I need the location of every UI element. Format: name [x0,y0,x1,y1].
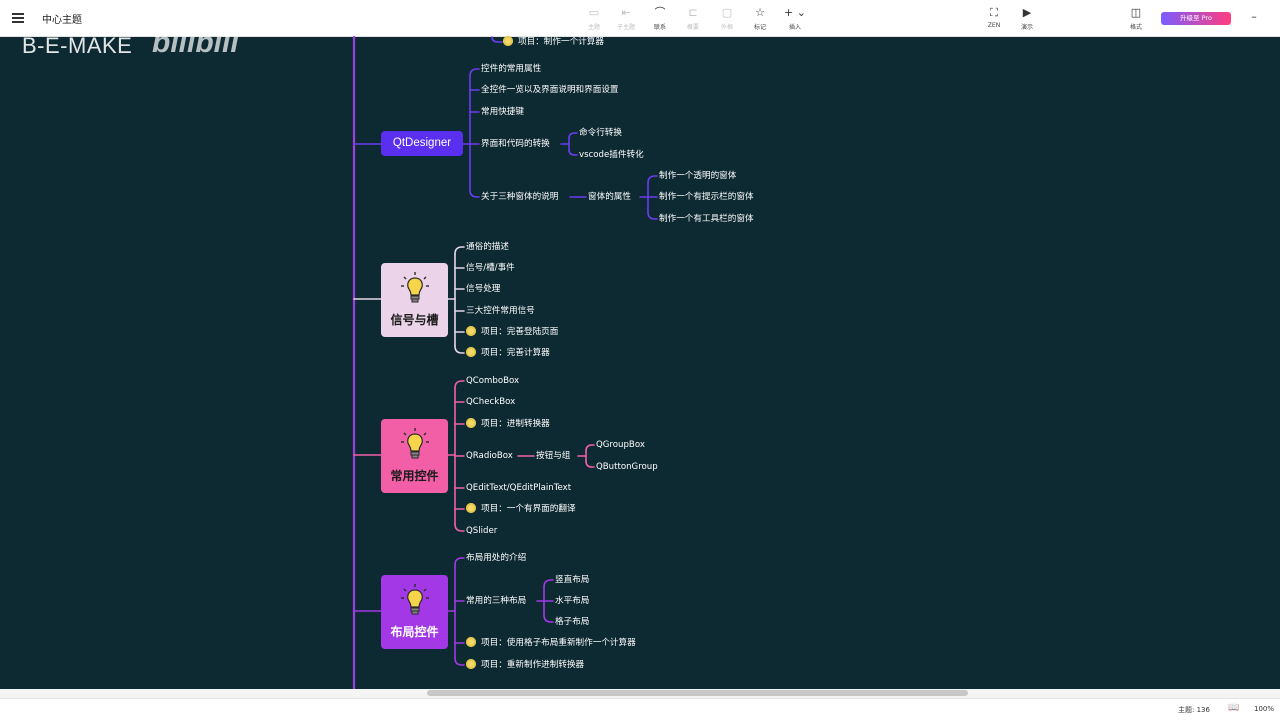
node-horizontal-layout[interactable]: 水平布局 [555,595,589,607]
node-vertical-layout[interactable]: 竖直布局 [555,574,589,586]
zoom-level[interactable]: 100% [1254,705,1274,713]
scrollbar-thumb[interactable] [427,690,968,696]
node-grid-calculator-project[interactable]: 项目：使用格子布局重新制作一个计算器 [466,637,636,649]
horizontal-scrollbar[interactable] [0,689,1280,698]
node-three-layouts[interactable]: 常用的三种布局 [466,595,526,607]
topic-qtdesigner[interactable]: QtDesigner [381,131,463,156]
node-calculator-improve-project[interactable]: 项目：完善计算器 [466,347,550,359]
node-toolbar-window[interactable]: 制作一个有工具栏的窗体 [659,213,754,225]
topic-label: 布局控件 [390,625,439,639]
node-qradiobox[interactable]: QRadioBox [466,450,513,462]
topic-count: 主题: 136 [1178,706,1210,714]
topic-label: 常用控件 [390,469,439,483]
node-qgroupbox[interactable]: QGroupBox [596,439,645,451]
node-statusbar-window[interactable]: 制作一个有提示栏的窗体 [659,191,754,203]
lightbulb-icon [466,637,476,647]
node-common-signals[interactable]: 三大控件常用信号 [466,305,535,317]
mindmap-connectors [352,35,658,689]
lightbulb-icon [466,503,476,513]
topic-common-widgets[interactable]: 常用控件 [381,419,448,493]
node-signal-slot-event[interactable]: 信号/槽/事件 [466,262,515,274]
lightbulb-icon [400,428,429,459]
node-qedittext[interactable]: QEditText/QEditPlainText [466,482,571,494]
node-qcombobox[interactable]: QComboBox [466,375,519,387]
node-three-windows[interactable]: 关于三种窗体的说明 [481,191,558,203]
node-base-converter-project[interactable]: 项目：进制转换器 [466,418,550,430]
lightbulb-icon [466,347,476,357]
node-transparent-window[interactable]: 制作一个透明的窗体 [659,170,736,182]
node-vscode-plugin-convert[interactable]: vscode插件转化 [579,149,644,161]
lightbulb-icon [400,584,429,615]
node-command-line-convert[interactable]: 命令行转换 [579,127,622,139]
node-plain-description[interactable]: 通俗的描述 [466,241,509,253]
lightbulb-icon [466,418,476,428]
topic-layout-widgets[interactable]: 布局控件 [381,575,448,649]
node-calculator-project[interactable]: 项目：制作一个计算器 [503,36,604,48]
lightbulb-icon [400,272,429,303]
node-grid-layout[interactable]: 格子布局 [555,616,589,628]
lightbulb-icon [503,36,513,46]
status-bar: 主题: 136 📖 100% [0,698,1280,720]
node-translator-project[interactable]: 项目：一个有界面的翻译 [466,503,576,515]
node-qslider[interactable]: QSlider [466,525,497,537]
node-common-properties[interactable]: 控件的常用属性 [481,63,541,75]
topic-label: 信号与槽 [390,313,439,327]
topic-signal-slot[interactable]: 信号与槽 [381,263,448,337]
lightbulb-icon [466,659,476,669]
node-qbuttongroup[interactable]: QButtonGroup [596,461,658,473]
node-remake-converter-project[interactable]: 项目：重新制作进制转换器 [466,659,584,671]
lightbulb-icon [466,326,476,336]
node-signal-handling[interactable]: 信号处理 [466,283,500,295]
outline-view-icon[interactable]: 📖 [1228,703,1239,713]
node-login-page-project[interactable]: 项目：完善登陆页面 [466,326,558,338]
node-shortcuts[interactable]: 常用快捷键 [481,106,524,118]
node-layout-intro[interactable]: 布局用处的介绍 [466,552,526,564]
node-button-group[interactable]: 按钮与组 [536,450,570,462]
node-ui-code-convert[interactable]: 界面和代码的转换 [481,138,550,150]
node-window-properties[interactable]: 窗体的属性 [588,191,631,203]
node-widget-overview[interactable]: 全控件一览以及界面说明和界面设置 [481,84,619,96]
node-qcheckbox[interactable]: QCheckBox [466,396,515,408]
